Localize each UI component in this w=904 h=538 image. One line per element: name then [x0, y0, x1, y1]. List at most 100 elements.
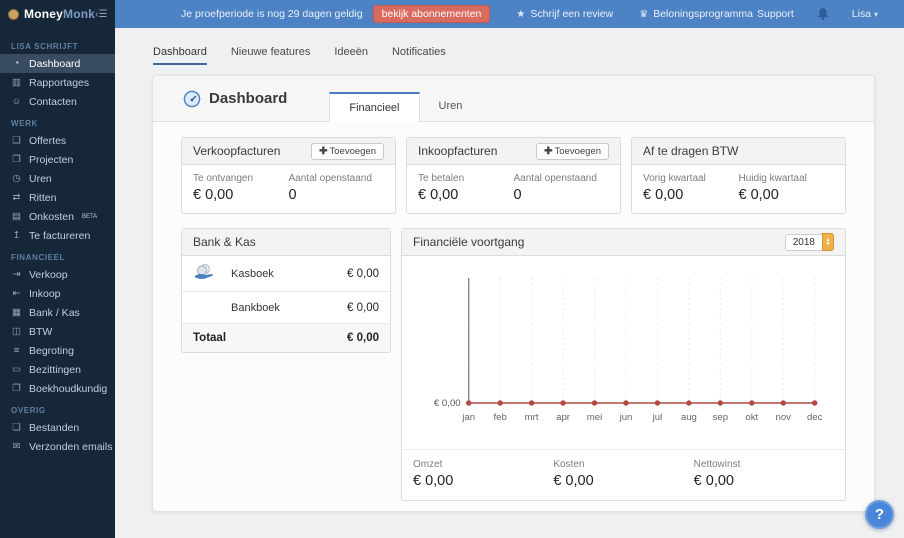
contacts-icon: ☺ [11, 96, 22, 107]
financiele-voortgang-header: Financiële voortgang 2018 ▲ ▼ [402, 229, 845, 256]
stat-label: Omzet [413, 459, 443, 470]
expenses-icon: ▤ [12, 211, 21, 222]
star-icon: ★ [516, 8, 526, 20]
sidebar-item-dashboard[interactable]: ◔ Dashboard [0, 54, 115, 73]
sidebar-item-boekhoudkundig[interactable]: ❐ Boekhoudkundig [0, 379, 115, 398]
sidebar-section-header: WERK [11, 119, 38, 128]
notifications-bell-icon[interactable] [816, 7, 830, 21]
sidebar-item-begroting[interactable]: ≡ Begroting [0, 341, 115, 360]
bank-icon: ▦ [12, 307, 21, 318]
trips-icon: ⇄ [12, 192, 21, 203]
sidebar-item-verzonden-emails[interactable]: ✉ Verzonden emails [0, 437, 115, 456]
dashboard-body: Verkoopfacturen ✚ Toevoegen Te ontvangen … [153, 122, 874, 501]
btw-header: Af te dragen BTW [632, 138, 845, 165]
nettowinst-stat: Nettowinst € 0,00 [694, 459, 834, 489]
topbar: MoneyMonk ‹☰ Je proefperiode is nog 29 d… [0, 0, 904, 28]
stat-label: Vorig kwartaal [643, 173, 706, 184]
stat-label: Aantal openstaand [288, 173, 372, 184]
bank-kas-total-row: Totaal € 0,00 [182, 324, 390, 352]
tab-notificaties[interactable]: Notificaties [392, 46, 446, 65]
sidebar-item-bezittingen[interactable]: ▭ Bezittingen [0, 360, 115, 379]
stat-value: 0 [288, 187, 297, 203]
sidebar-item-te-factureren[interactable]: ↥ Te factureren [0, 226, 115, 245]
envelope-icon: ✉ [12, 441, 21, 452]
sidebar-item-ritten[interactable]: ⇄ Ritten [0, 188, 115, 207]
dashboard-icon: ◔ [13, 58, 20, 69]
budget-icon: ≡ [13, 345, 20, 356]
te-ontvangen-stat: Te ontvangen € 0,00 [193, 173, 289, 203]
stat-value: € 0,00 [553, 473, 594, 489]
sidebar-item-offertes[interactable]: ❑ Offertes [0, 131, 115, 150]
to-invoice-icon: ↥ [12, 230, 21, 241]
moneymonk-logo-icon [8, 8, 19, 20]
bankboek-value: € 0,00 [347, 301, 379, 314]
cash-hand-icon [193, 263, 231, 284]
bankboek-row[interactable]: Bankboek € 0,00 [182, 292, 390, 324]
tab-uren[interactable]: Uren [420, 92, 482, 121]
help-button[interactable]: ? [865, 500, 894, 529]
svg-text:€ 0,00: € 0,00 [434, 398, 461, 409]
write-review-link[interactable]: ★ Schrijf een review [516, 8, 613, 20]
chart-icon: ▥ [12, 77, 21, 88]
tab-ideeen[interactable]: Ideeën [334, 46, 368, 65]
rewards-program-link[interactable]: ♛ Beloningsprogramma [639, 8, 753, 20]
support-link[interactable]: Support [757, 8, 794, 20]
inkoopfacturen-header: Inkoopfacturen ✚ Toevoegen [407, 138, 620, 165]
tab-dashboard[interactable]: Dashboard [153, 46, 207, 65]
svg-text:aug: aug [681, 412, 697, 423]
kasboek-row[interactable]: Kasboek € 0,00 [182, 256, 390, 292]
logo-area[interactable]: MoneyMonk ‹☰ [0, 0, 115, 28]
vat-icon: ◫ [12, 326, 21, 337]
brand-name: MoneyMonk [24, 7, 96, 21]
aantal-openstaand-stat: Aantal openstaand 0 [514, 173, 610, 203]
svg-text:okt: okt [745, 412, 758, 423]
year-input[interactable]: 2018 [784, 233, 822, 251]
stat-label: Kosten [553, 459, 585, 470]
summary-cards-row: Verkoopfacturen ✚ Toevoegen Te ontvangen … [181, 137, 846, 214]
quotes-icon: ❑ [12, 135, 21, 146]
user-menu[interactable]: Lisa ▾ [852, 8, 878, 20]
sidebar-item-bank-kas[interactable]: ▦ Bank / Kas [0, 303, 115, 322]
sidebar-item-rapportages[interactable]: ▥ Rapportages [0, 73, 115, 92]
bank-kas-card: Bank & Kas Kasboek € 0,00 Bankboek € 0,0… [181, 228, 391, 353]
btw-card: Af te dragen BTW Vorig kwartaal € 0,00 H… [631, 137, 846, 214]
financiele-voortgang-card: Financiële voortgang 2018 ▲ ▼ jan feb mrt ap… [401, 228, 846, 501]
clock-icon: ◷ [12, 173, 21, 184]
sidebar-item-onkosten[interactable]: ▤ Onkosten BETA [0, 207, 115, 226]
sidebar-collapse-icon[interactable]: ‹☰ [95, 9, 107, 20]
progress-chart: jan feb mrt apr mei jun jul aug sep okt nov dec € 0,… [434, 278, 823, 423]
sidebar-item-inkoop[interactable]: ⇤ Inkoop [0, 284, 115, 303]
sidebar-item-uren[interactable]: ◷ Uren [0, 169, 115, 188]
svg-text:jul: jul [652, 412, 663, 423]
view-subscriptions-button[interactable]: bekijk abonnementen [372, 5, 491, 23]
stat-value: € 0,00 [413, 473, 454, 489]
folder-icon: ❒ [12, 154, 21, 165]
sidebar-item-bestanden[interactable]: ❏ Bestanden [0, 418, 115, 437]
plus-icon: ✚ [319, 145, 328, 157]
verkoopfacturen-header: Verkoopfacturen ✚ Toevoegen [182, 138, 395, 165]
tab-financieel[interactable]: Financieel [329, 92, 420, 122]
svg-text:sep: sep [713, 412, 728, 423]
sidebar-item-contacten[interactable]: ☺ Contacten [0, 92, 115, 111]
sidebar-item-projecten[interactable]: ❒ Projecten [0, 150, 115, 169]
plus-icon: ✚ [544, 145, 553, 157]
huidig-kwartaal-stat: Huidig kwartaal € 0,00 [739, 173, 835, 203]
stat-value: 0 [513, 187, 522, 203]
main-content: Dashboard Nieuwe features Ideeën Notific… [115, 28, 904, 538]
stat-label: Nettowinst [693, 459, 741, 470]
gauge-icon [183, 90, 201, 107]
sales-icon: ⇥ [12, 269, 21, 280]
svg-text:nov: nov [775, 412, 791, 423]
omzet-stat: Omzet € 0,00 [413, 459, 553, 489]
add-inkoopfactuur-button[interactable]: ✚ Toevoegen [536, 142, 609, 160]
inkoopfacturen-body: Te betalen € 0,00 Aantal openstaand 0 [407, 165, 620, 213]
sidebar-item-verkoop[interactable]: ⇥ Verkoop [0, 265, 115, 284]
sidebar-item-btw[interactable]: ◫ BTW [0, 322, 115, 341]
topbar-main: Je proefperiode is nog 29 dagen geldig b… [115, 0, 904, 28]
stat-value: € 0,00 [193, 187, 234, 203]
year-stepper-buttons[interactable]: ▲ ▼ [822, 233, 834, 251]
tab-nieuwe-features[interactable]: Nieuwe features [231, 46, 311, 65]
add-verkoopfactuur-button[interactable]: ✚ Toevoegen [311, 142, 384, 160]
sidebar-section-header: LISA SCHRIJFT [11, 42, 79, 51]
stepper-down-icon: ▼ [825, 241, 831, 247]
